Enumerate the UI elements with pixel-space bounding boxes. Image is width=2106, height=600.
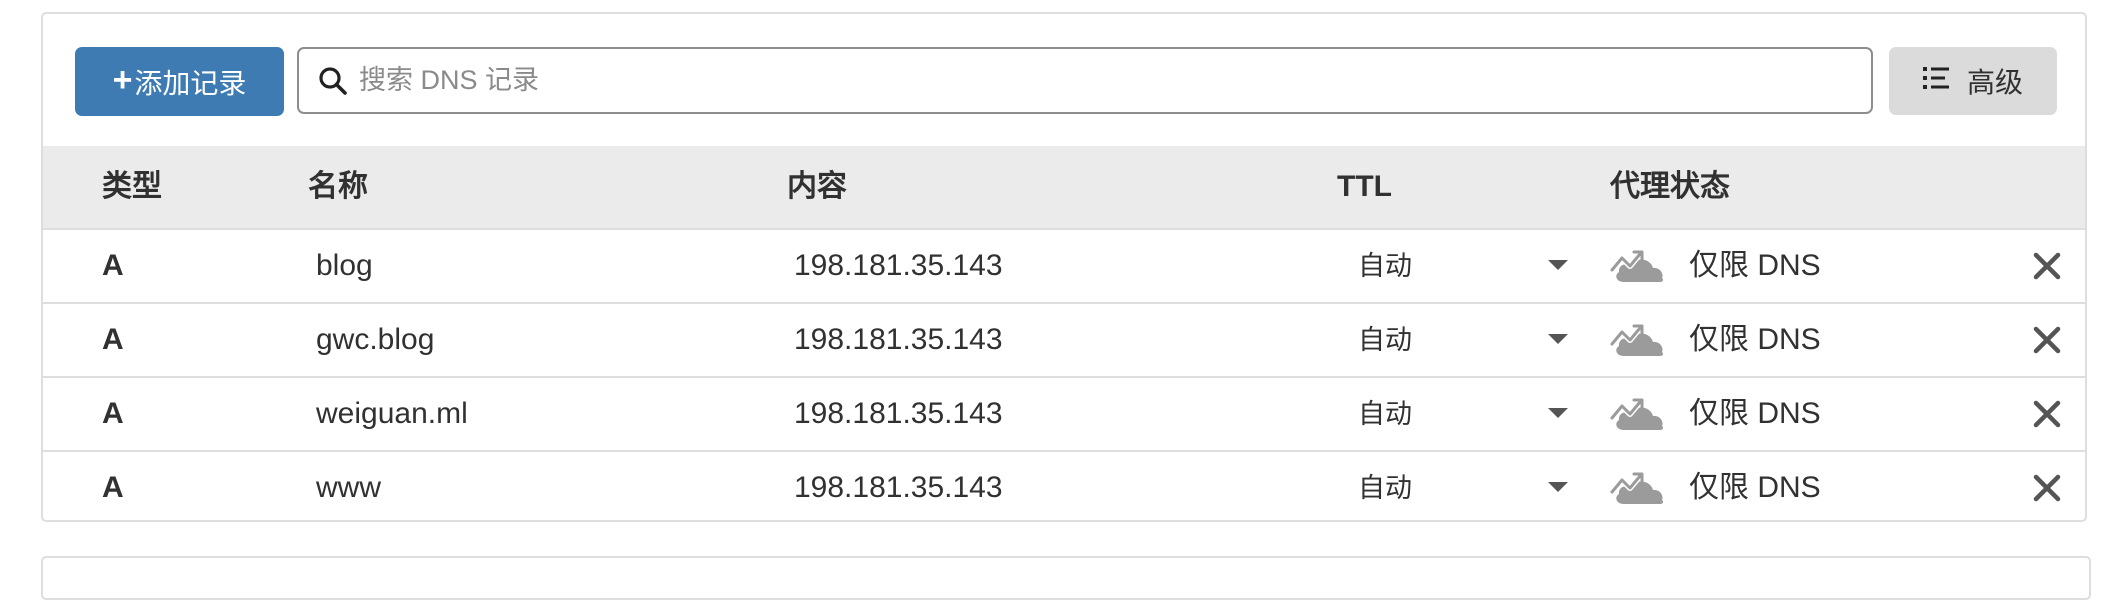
table-row[interactable]: A weiguan.ml 198.181.35.143 自动 仅限 DNS — [43, 376, 2085, 450]
table-row[interactable]: A www 198.181.35.143 自动 仅限 DNS — [43, 450, 2085, 524]
search-box[interactable] — [297, 47, 1873, 114]
record-type: A — [102, 471, 124, 504]
plus-icon: + — [112, 61, 133, 99]
caret-down-icon[interactable] — [1548, 260, 1568, 270]
record-name[interactable]: www — [316, 452, 381, 524]
list-icon — [1922, 65, 1951, 97]
column-header-name[interactable]: 名称 — [308, 146, 368, 228]
caret-down-icon[interactable] — [1548, 408, 1568, 418]
caret-down-icon[interactable] — [1548, 482, 1568, 492]
column-header-ttl[interactable]: TTL — [1337, 146, 1392, 228]
table-row[interactable]: A gwc.blog 198.181.35.143 自动 仅限 DNS — [43, 302, 2085, 376]
proxy-status-label: 仅限 DNS — [1689, 323, 1821, 356]
close-icon[interactable] — [2029, 470, 2065, 506]
column-header-type[interactable]: 类型 — [102, 146, 162, 228]
advanced-button[interactable]: 高级 — [1889, 47, 2057, 115]
proxy-status-label: 仅限 DNS — [1689, 471, 1821, 504]
record-name[interactable]: gwc.blog — [316, 304, 434, 376]
toolbar: + 添加记录 搜索 DNS 记录 高级 — [43, 14, 2085, 146]
close-icon[interactable] — [2029, 322, 2065, 358]
close-icon[interactable] — [2029, 248, 2065, 284]
record-type: A — [102, 323, 124, 356]
ttl-select[interactable]: 自动 — [1358, 378, 1412, 450]
record-type: A — [102, 249, 124, 282]
dns-only-cloud-icon[interactable] — [1610, 244, 1668, 288]
table-header: 类型 名称 内容 TTL 代理状态 — [43, 146, 2085, 228]
table-row[interactable]: A blog 198.181.35.143 自动 仅限 DNS — [43, 228, 2085, 302]
proxy-status-label: 仅限 DNS — [1689, 249, 1821, 282]
record-name[interactable]: weiguan.ml — [316, 378, 468, 450]
close-icon[interactable] — [2029, 396, 2065, 432]
record-content[interactable]: 198.181.35.143 — [794, 452, 1003, 524]
search-input[interactable] — [357, 64, 1871, 97]
caret-down-icon[interactable] — [1548, 334, 1568, 344]
ttl-select[interactable]: 自动 — [1358, 304, 1412, 376]
record-content[interactable]: 198.181.35.143 — [794, 378, 1003, 450]
dns-only-cloud-icon[interactable] — [1610, 392, 1668, 436]
record-type: A — [102, 397, 124, 430]
column-header-proxy-status: 代理状态 — [1610, 170, 1730, 203]
dns-only-cloud-icon[interactable] — [1610, 466, 1668, 510]
dns-only-cloud-icon[interactable] — [1610, 318, 1668, 362]
dns-records-panel: + 添加记录 搜索 DNS 记录 高级 类型 名称 内容 TTL 代理状态 A … — [41, 12, 2087, 522]
column-header-content[interactable]: 内容 — [787, 146, 847, 228]
ttl-select[interactable]: 自动 — [1358, 452, 1412, 524]
record-content[interactable]: 198.181.35.143 — [794, 304, 1003, 376]
advanced-label: 高级 — [1966, 67, 2023, 98]
record-content[interactable]: 198.181.35.143 — [794, 230, 1003, 302]
add-record-button[interactable]: + 添加记录 — [75, 47, 284, 116]
proxy-status-label: 仅限 DNS — [1689, 397, 1821, 430]
next-panel — [41, 556, 2091, 600]
search-icon — [317, 64, 351, 98]
add-record-label: 添加记录 — [134, 67, 247, 99]
ttl-select[interactable]: 自动 — [1358, 230, 1412, 302]
record-name[interactable]: blog — [316, 230, 373, 302]
